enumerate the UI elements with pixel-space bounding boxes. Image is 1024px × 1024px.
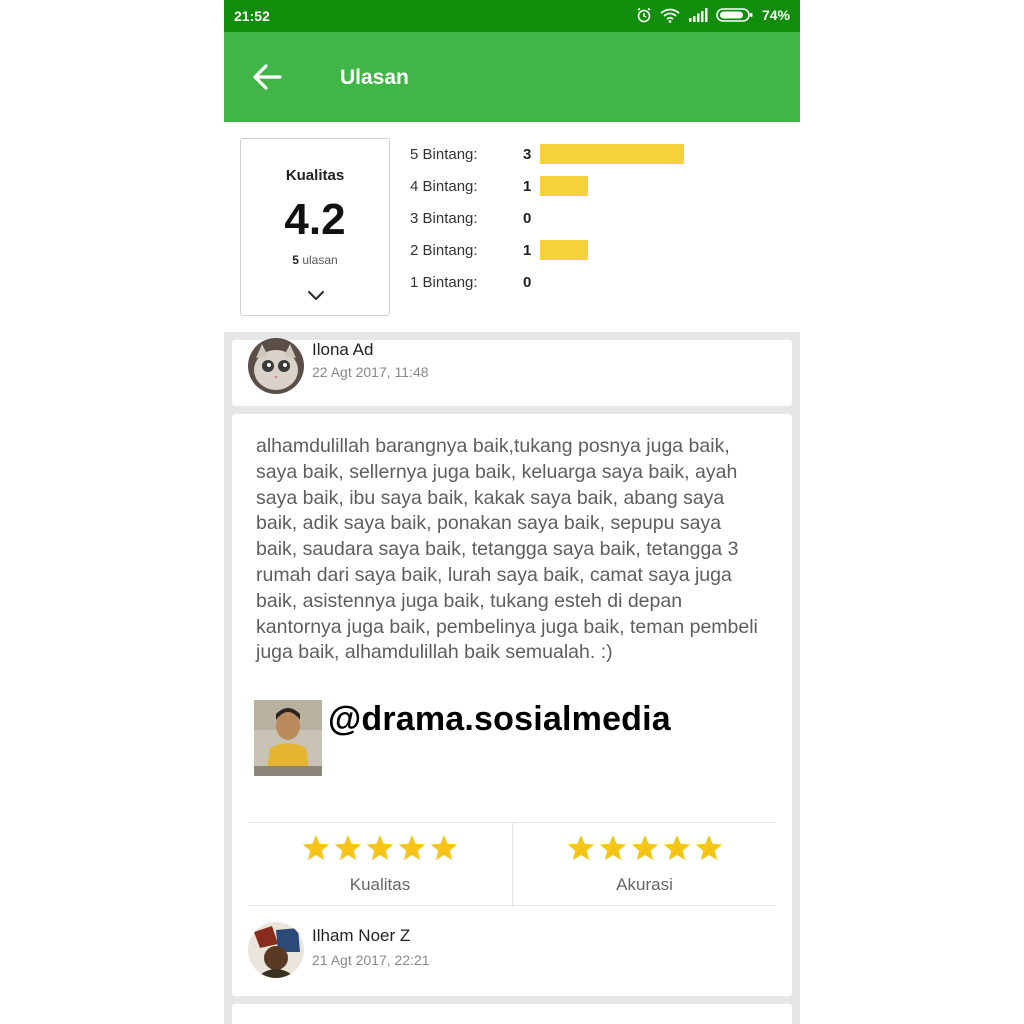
alarm-icon [637,7,651,23]
page-title: Ulasan [340,66,409,89]
reviewer-name[interactable]: Ilona Ad [312,340,373,360]
star-icon [430,834,458,861]
avatar[interactable] [248,338,304,394]
distribution-label: 3 Bintang: [410,210,478,227]
rating-accuracy: Akurasi [512,823,776,907]
star-icon [398,834,426,861]
star-icon [302,834,330,861]
status-time: 21:52 [234,8,270,24]
star-icon [366,834,394,861]
star-icon [334,834,362,861]
quality-label: Kualitas [285,167,345,184]
next-review-card [232,1004,792,1024]
star-icon [663,834,690,861]
quality-score-box[interactable]: Kualitas 4.2 5 ulasan [240,138,390,316]
review-card: alhamdulillah barangnya baik,tukang posn… [232,414,792,996]
star-icon [695,834,722,861]
status-icons: 74% [636,7,790,23]
status-bar: 21:52 74% [224,0,800,32]
phone-screen: 21:52 74% Ulasan Kualitas 4.2 5 ulasan 5… [224,0,800,1024]
star-rating [513,833,776,863]
review-date: 21 Agt 2017, 22:21 [312,952,430,968]
rating-quality: Kualitas [248,823,512,907]
distribution-count: 1 [523,242,532,259]
user-avatar-image [248,922,304,978]
distribution-bar [540,176,588,196]
rating-label: Akurasi [616,875,673,894]
review-header-card: Ilona Ad 22 Agt 2017, 11:48 [232,338,792,406]
distribution-bar [540,240,588,260]
rating-grid: Kualitas Akurasi [248,822,776,907]
review-date: 22 Agt 2017, 11:48 [312,364,429,380]
distribution-label: 1 Bintang: [410,274,478,291]
chevron-down-icon[interactable] [305,289,327,303]
distribution-count: 0 [523,210,532,227]
distribution-count: 1 [523,178,532,195]
reviewer-name[interactable]: Ilham Noer Z [312,926,410,946]
quality-score: 4.2 [284,195,346,244]
cat-avatar-image [248,338,304,394]
review-count: 5 ulasan [241,253,389,267]
battery-level: 74% [761,7,790,23]
watermark-photo [254,700,322,776]
star-icon [631,834,658,861]
review-count-unit: ulasan [302,253,338,267]
distribution-label: 4 Bintang: [410,178,478,195]
signal-icon [688,8,708,22]
review-text: alhamdulillah barangnya baik,tukang posn… [256,435,758,664]
distribution-label: 5 Bintang: [410,146,478,163]
star-icon [567,834,594,861]
wifi-icon [660,8,680,23]
review-count-number: 5 [292,253,299,267]
star-icon [599,834,626,861]
distribution-count: 0 [523,274,532,291]
watermark-text: @drama.sosialmedia [328,700,671,738]
back-arrow-icon[interactable] [250,60,284,94]
distribution-bar [540,144,684,164]
distribution-count: 3 [523,146,532,163]
app-bar: Ulasan [224,32,800,122]
distribution-label: 2 Bintang: [410,242,478,259]
battery-icon [716,8,753,22]
star-rating [248,833,512,863]
avatar[interactable] [248,922,304,978]
rating-label: Kualitas [349,875,411,894]
rating-summary: Kualitas 4.2 5 ulasan 5 Bintang: 3 4 Bin… [224,122,800,332]
